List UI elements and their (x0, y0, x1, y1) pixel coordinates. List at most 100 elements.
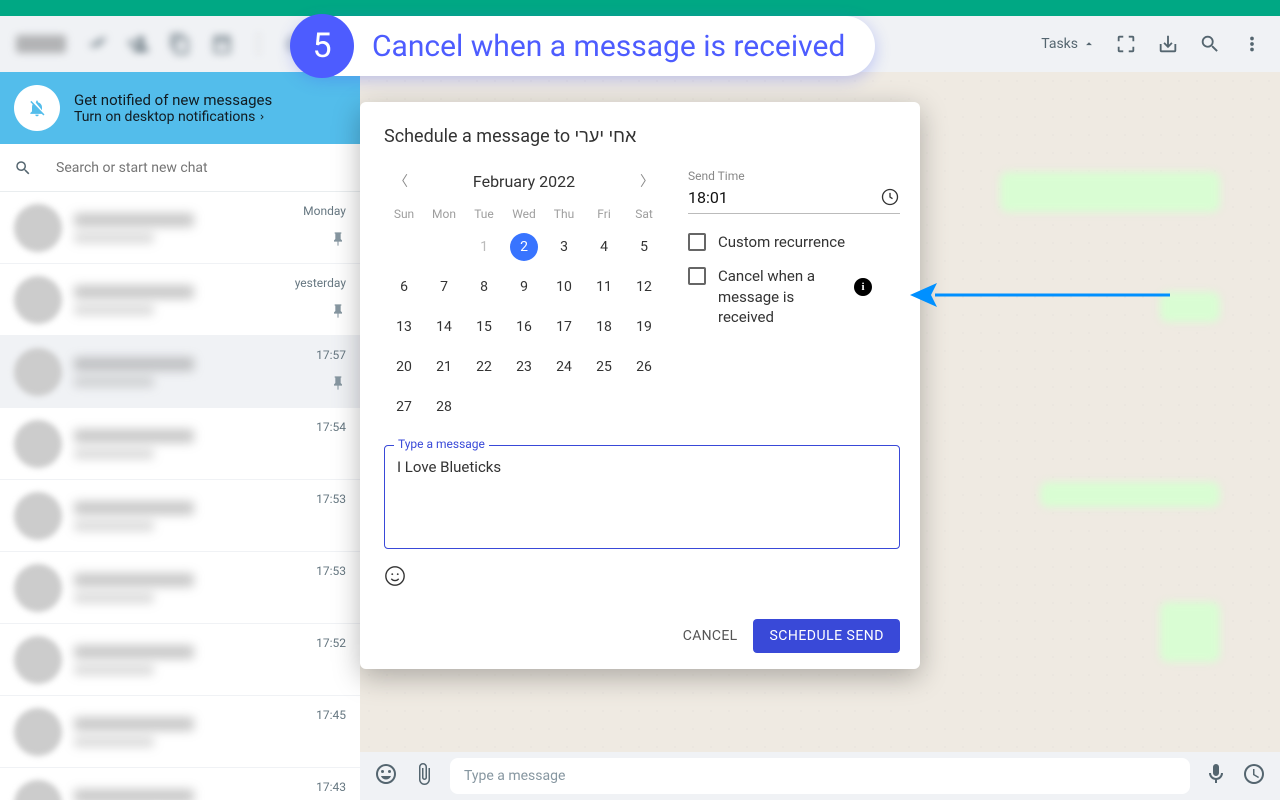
cal-day[interactable]: 8 (464, 273, 504, 301)
message-bubble (1000, 172, 1220, 212)
send-time-field[interactable]: 18:01 (688, 187, 900, 214)
custom-recurrence-row[interactable]: Custom recurrence (688, 232, 900, 252)
emoji-icon[interactable] (374, 762, 398, 790)
cal-day[interactable]: 18 (584, 313, 624, 341)
message-bubble (1040, 482, 1220, 507)
avatar (14, 348, 62, 396)
notification-link[interactable]: Turn on desktop notifications (74, 109, 272, 125)
cal-day[interactable]: 5 (624, 233, 664, 261)
chat-item[interactable]: 17:54 (0, 408, 360, 480)
chat-time: 17:57 (316, 348, 346, 362)
cal-day[interactable]: 15 (464, 313, 504, 341)
calendar-icon[interactable] (210, 32, 234, 56)
cal-day[interactable]: 9 (504, 273, 544, 301)
pin-icon (330, 375, 346, 395)
calendar-month-label: February 2022 (473, 172, 575, 191)
pin-icon (330, 231, 346, 251)
schedule-send-button[interactable]: SCHEDULE SEND (753, 619, 900, 653)
compose-footer: Type a message (360, 752, 1280, 800)
chat-time: 17:45 (316, 708, 346, 722)
chat-time: 17:53 (316, 492, 346, 506)
clock-icon[interactable] (1242, 762, 1266, 790)
chat-time: 17:52 (316, 636, 346, 650)
cal-day[interactable]: 12 (624, 273, 664, 301)
cal-day[interactable]: 23 (504, 353, 544, 381)
next-month-button[interactable]: 〉 (636, 167, 658, 195)
cal-day[interactable]: 16 (504, 313, 544, 341)
custom-recurrence-label: Custom recurrence (718, 232, 845, 252)
cal-dow: Wed (504, 207, 544, 221)
compose-input[interactable]: Type a message (450, 758, 1190, 794)
cancel-on-receive-row[interactable]: Cancel when a message is received i (688, 266, 900, 327)
cal-day[interactable]: 6 (384, 273, 424, 301)
cal-day[interactable]: 10 (544, 273, 584, 301)
cal-day[interactable]: 17 (544, 313, 584, 341)
cal-day[interactable]: 13 (384, 313, 424, 341)
chat-item[interactable]: 17:43 (0, 768, 360, 800)
cal-day[interactable]: 11 (584, 273, 624, 301)
search-input[interactable] (56, 160, 346, 176)
cal-day[interactable]: 26 (624, 353, 664, 381)
send-time-label: Send Time (688, 169, 900, 183)
chat-item[interactable]: 17:53 (0, 480, 360, 552)
message-bubble (1160, 292, 1220, 322)
copy-icon[interactable] (168, 32, 192, 56)
avatar (14, 420, 62, 468)
notification-banner[interactable]: Get notified of new messages Turn on des… (0, 72, 360, 144)
checkbox-icon[interactable] (688, 233, 706, 251)
message-field-label: Type a message (394, 437, 489, 451)
avatar (14, 636, 62, 684)
cal-dow: Sun (384, 207, 424, 221)
cal-day[interactable]: 20 (384, 353, 424, 381)
search-icon[interactable] (1198, 32, 1222, 56)
tutorial-callout: 5 Cancel when a message is received (292, 16, 875, 76)
cal-day[interactable]: 7 (424, 273, 464, 301)
chat-item[interactable]: 17:52 (0, 624, 360, 696)
fullscreen-icon[interactable] (1114, 32, 1138, 56)
attach-icon[interactable] (412, 762, 436, 790)
chat-item[interactable]: 17:45 (0, 696, 360, 768)
cal-day[interactable]: 27 (384, 393, 424, 421)
cal-day[interactable]: 1 (464, 233, 504, 261)
checkbox-icon[interactable] (688, 267, 706, 285)
step-text: Cancel when a message is received (372, 29, 845, 64)
tasks-dropdown[interactable]: Tasks (1041, 36, 1096, 52)
contact-name-blur (16, 35, 66, 53)
mic-icon[interactable] (1204, 762, 1228, 790)
info-icon[interactable]: i (854, 278, 872, 296)
add-person-icon[interactable] (126, 32, 150, 56)
cal-day[interactable]: 28 (424, 393, 464, 421)
step-number: 5 (290, 14, 354, 78)
cal-day[interactable]: 21 (424, 353, 464, 381)
double-check-icon[interactable] (84, 32, 108, 56)
pin-icon (330, 303, 346, 323)
calendar: 〈 February 2022 〉 SunMonTueWedThuFriSat1… (384, 167, 664, 421)
cal-day[interactable]: 2 (510, 233, 538, 261)
chat-item[interactable]: 17:53 (0, 552, 360, 624)
chat-time: 17:54 (316, 420, 346, 434)
menu-icon[interactable] (1240, 32, 1264, 56)
chat-time: 17:43 (316, 780, 346, 794)
chat-item[interactable]: yesterday (0, 264, 360, 336)
message-textarea[interactable] (384, 445, 900, 549)
schedule-modal: Schedule a message to אחי יערי 〈 Februar… (360, 102, 920, 669)
send-time-value: 18:01 (688, 188, 880, 207)
cal-day[interactable]: 25 (584, 353, 624, 381)
chat-search[interactable] (0, 144, 360, 192)
cal-day[interactable]: 3 (544, 233, 584, 261)
cancel-button[interactable]: CANCEL (683, 628, 738, 644)
chat-item[interactable]: Monday (0, 192, 360, 264)
cal-day[interactable]: 22 (464, 353, 504, 381)
chat-item[interactable]: 17:57 (0, 336, 360, 408)
emoji-picker-button[interactable] (384, 565, 900, 591)
cal-day[interactable]: 24 (544, 353, 584, 381)
cal-day[interactable]: 19 (624, 313, 664, 341)
cal-day[interactable]: 4 (584, 233, 624, 261)
cal-day[interactable]: 14 (424, 313, 464, 341)
download-icon[interactable] (1156, 32, 1180, 56)
compose-placeholder: Type a message (464, 768, 565, 784)
tasks-label: Tasks (1041, 36, 1078, 52)
avatar (14, 564, 62, 612)
notification-title: Get notified of new messages (74, 91, 272, 109)
prev-month-button[interactable]: 〈 (390, 167, 412, 195)
